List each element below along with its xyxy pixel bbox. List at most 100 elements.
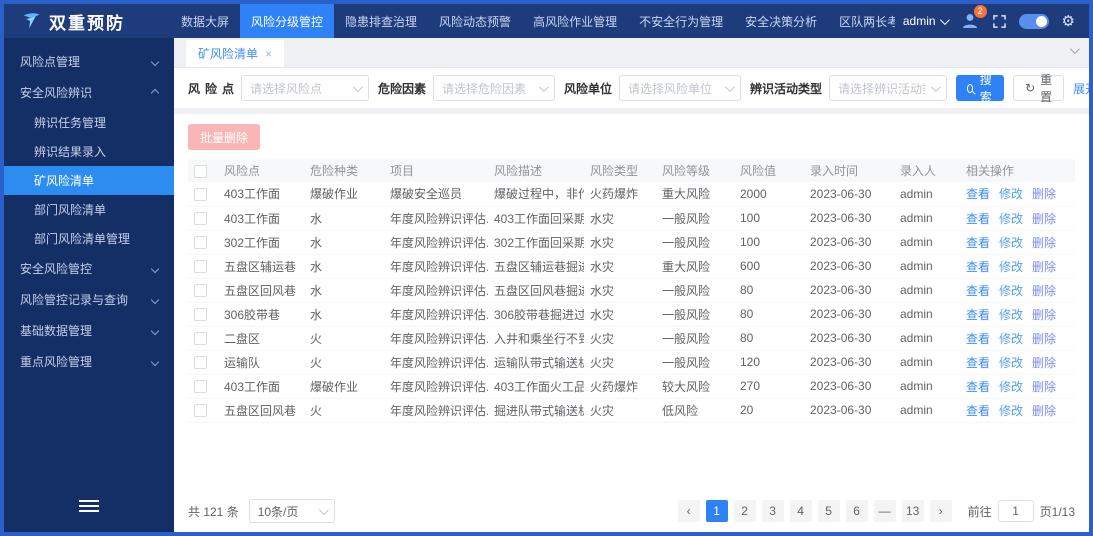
chevron-up-icon (150, 88, 160, 97)
fullscreen-icon[interactable] (992, 14, 1006, 28)
edit-link[interactable]: 修改 (999, 260, 1023, 274)
edit-link[interactable]: 修改 (999, 212, 1023, 226)
edit-link[interactable]: 修改 (999, 404, 1023, 418)
page-button-5[interactable]: 5 (817, 500, 840, 522)
row-operations: 查看 修改 删除 (960, 278, 1075, 303)
row-checkbox[interactable] (194, 332, 207, 346)
topnav-item-6[interactable]: 安全决策分析 (734, 4, 828, 38)
view-link[interactable]: 查看 (966, 308, 990, 322)
edit-link[interactable]: 修改 (999, 308, 1023, 322)
sidebar-group-4[interactable]: 基础数据管理 (4, 315, 174, 346)
topnav-item-7[interactable]: 区队两长考核 (828, 4, 895, 38)
theme-toggle[interactable] (1018, 13, 1049, 29)
page-ellipsis[interactable]: — (873, 500, 896, 522)
sidebar-group-3[interactable]: 风险管控记录与查询 (4, 284, 174, 315)
next-page-button[interactable]: › (929, 500, 952, 522)
prev-page-button[interactable]: ‹ (677, 500, 700, 522)
sidebar-item-1-4[interactable]: 部门风险清单管理 (4, 224, 174, 253)
row-checkbox[interactable] (194, 187, 207, 201)
delete-link[interactable]: 删除 (1032, 212, 1056, 226)
edit-link[interactable]: 修改 (999, 236, 1023, 250)
row-checkbox[interactable] (194, 308, 207, 322)
delete-link[interactable]: 删除 (1032, 380, 1056, 394)
delete-link[interactable]: 删除 (1032, 404, 1056, 418)
view-link[interactable]: 查看 (966, 404, 990, 418)
notification-avatar[interactable]: 2 (960, 5, 987, 31)
cell-5: 一般风险 (656, 302, 734, 327)
top-navigation: 数据大屏 风险分级管控 隐患排查治理 风险动态预警 高风险作业管理 不安全行为管理 安全决策… (170, 4, 895, 38)
sidebar-item-1-3[interactable]: 部门风险清单 (4, 195, 174, 224)
tab-mine-risk-list[interactable]: 矿风险清单 × (186, 40, 285, 67)
topnav-item-1[interactable]: 风险分级管控 (240, 4, 335, 38)
search-button[interactable]: 搜索 (956, 73, 1005, 104)
edit-link[interactable]: 修改 (999, 332, 1023, 346)
view-link[interactable]: 查看 (966, 260, 990, 274)
row-checkbox[interactable] (194, 380, 207, 394)
topnav-item-2[interactable]: 隐患排查治理 (334, 4, 428, 38)
delete-link[interactable]: 删除 (1032, 236, 1056, 250)
filter-select-1[interactable]: 请选择危险因素 (433, 75, 556, 101)
sidebar-group-0[interactable]: 风险点管理 (4, 46, 174, 77)
batch-delete-button[interactable]: 批量删除 (188, 124, 261, 150)
row-checkbox[interactable] (194, 356, 207, 370)
goto-page-input[interactable] (997, 500, 1034, 522)
view-link[interactable]: 查看 (966, 284, 990, 298)
edit-link[interactable]: 修改 (999, 380, 1023, 394)
page-button-3[interactable]: 3 (761, 500, 784, 522)
page-button-6[interactable]: 6 (845, 500, 868, 522)
close-icon[interactable]: × (265, 47, 272, 61)
delete-link[interactable]: 删除 (1032, 187, 1056, 201)
row-checkbox[interactable] (194, 212, 207, 226)
cell-6: 100 (734, 206, 804, 231)
search-icon (967, 83, 974, 93)
edit-link[interactable]: 修改 (999, 356, 1023, 370)
view-link[interactable]: 查看 (966, 187, 990, 201)
select-all-checkbox[interactable] (194, 164, 207, 178)
sidebar-group-2[interactable]: 安全风险管控 (4, 253, 174, 284)
edit-link[interactable]: 修改 (999, 284, 1023, 298)
sidebar-collapse-button[interactable] (4, 490, 174, 522)
page-button-2[interactable]: 2 (733, 500, 756, 522)
user-menu[interactable]: admin (903, 14, 950, 28)
chevron-down-icon (150, 295, 160, 304)
row-checkbox[interactable] (194, 236, 207, 250)
page-button-13[interactable]: 13 (901, 500, 924, 522)
sidebar-item-1-1[interactable]: 辨识结果录入 (4, 137, 174, 166)
filter-select-2[interactable]: 请选择风险单位 (619, 75, 742, 101)
row-checkbox[interactable] (194, 284, 207, 298)
view-link[interactable]: 查看 (966, 356, 990, 370)
filter-select-3[interactable]: 请选择辨识活动类型 (829, 75, 948, 101)
edit-link[interactable]: 修改 (999, 187, 1023, 201)
reset-button[interactable]: ↻ 重置 (1013, 73, 1065, 104)
cell-8: admin (894, 230, 960, 255)
sidebar-item-1-0[interactable]: 辨识任务管理 (4, 108, 174, 137)
delete-link[interactable]: 删除 (1032, 260, 1056, 274)
view-link[interactable]: 查看 (966, 332, 990, 346)
topnav-item-5[interactable]: 不安全行为管理 (628, 4, 734, 38)
filter-select-0[interactable]: 请选择风险点 (241, 75, 369, 101)
sidebar-group-1[interactable]: 安全风险辨识 (4, 77, 174, 108)
expand-link[interactable]: 展开 (1073, 80, 1089, 97)
sidebar-item-1-2[interactable]: 矿风险清单 (4, 166, 174, 195)
tab-list-dropdown[interactable] (1069, 41, 1080, 59)
page-size-select[interactable]: 10条/页 (248, 499, 335, 523)
gear-icon[interactable]: ⚙ (1062, 13, 1075, 29)
page-button-1[interactable]: 1 (705, 500, 728, 522)
delete-link[interactable]: 删除 (1032, 284, 1056, 298)
row-checkbox[interactable] (194, 260, 207, 274)
sidebar-group-5[interactable]: 重点风险管理 (4, 346, 174, 377)
delete-link[interactable]: 删除 (1032, 356, 1056, 370)
column-header-6: 风险值 (734, 159, 804, 182)
delete-link[interactable]: 删除 (1032, 332, 1056, 346)
row-checkbox[interactable] (194, 404, 207, 418)
delete-link[interactable]: 删除 (1032, 308, 1056, 322)
topnav-item-4[interactable]: 高风险作业管理 (522, 4, 628, 38)
topnav-item-3[interactable]: 风险动态预警 (428, 4, 522, 38)
cell-2: 年度风险辨识评估... (384, 254, 488, 279)
page-button-4[interactable]: 4 (789, 500, 812, 522)
view-link[interactable]: 查看 (966, 236, 990, 250)
view-link[interactable]: 查看 (966, 212, 990, 226)
topnav-item-0[interactable]: 数据大屏 (170, 4, 240, 38)
view-link[interactable]: 查看 (966, 380, 990, 394)
row-select-cell (188, 278, 218, 303)
